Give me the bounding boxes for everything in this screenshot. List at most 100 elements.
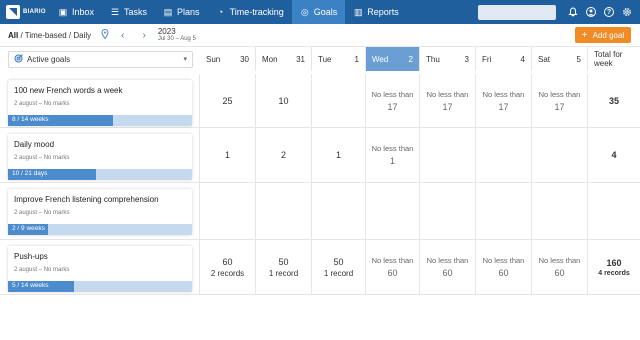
day-header-mon[interactable]: Mon 31	[256, 47, 312, 71]
nav-item-goals[interactable]: ◎ Goals	[291, 0, 346, 24]
day-value-cell[interactable]: No less than 60	[420, 240, 476, 294]
day-number: 5	[576, 54, 581, 64]
nav-item-label: Tasks	[124, 7, 148, 17]
day-header-fri[interactable]: Fri 4	[476, 47, 532, 71]
bell-icon[interactable]	[568, 7, 578, 17]
active-goals-dropdown[interactable]: Active goals ▾	[8, 50, 193, 68]
day-value: 25	[222, 95, 233, 106]
target-value: 17	[442, 101, 453, 112]
day-number: 1	[354, 54, 359, 64]
day-value-cell[interactable]	[532, 128, 588, 182]
goal-card-cell: Push-ups 2 august – No marks 5 / 14 weeks	[0, 240, 200, 294]
previous-week-chevron-left-icon[interactable]: ‹	[121, 30, 124, 41]
goals-toolbar: All / Time-based / Daily ‹ › 2023 Jul 30…	[0, 24, 640, 47]
day-value-cell[interactable]: 25	[200, 74, 256, 127]
nav-item-inbox[interactable]: ▣ Inbox	[50, 0, 102, 24]
day-value-cell[interactable]: 50 1 record	[256, 240, 312, 294]
target-label: No less than	[482, 89, 525, 99]
goal-subtitle: 2 august – No marks	[14, 101, 70, 107]
goal-card-cell: Improve French listening comprehension 2 …	[0, 183, 200, 239]
goal-card-cell: 100 new French words a week 2 august – No…	[0, 74, 200, 127]
day-value-cell[interactable]	[476, 128, 532, 182]
plus-icon: +	[581, 29, 588, 41]
day-value-cell[interactable]: No less than 17	[366, 74, 420, 127]
day-value-cell[interactable]: 60 2 records	[200, 240, 256, 294]
week-range-label: Jul 30 – Aug 5	[157, 36, 196, 43]
week-total-value: 4	[611, 150, 617, 160]
day-header-tue[interactable]: Tue 1	[312, 47, 366, 71]
day-of-week: Sat	[538, 54, 551, 64]
main-nav: ▣ Inbox ☰ Tasks ▤ Plans ◔ Time-tracking ◎ Goals ▥ R…	[50, 0, 407, 24]
day-value-cell[interactable]: No less than 1	[366, 128, 420, 182]
goal-card[interactable]: Improve French listening comprehension 2 …	[8, 189, 192, 235]
goal-filter-row: Active goals ▾	[0, 47, 200, 71]
day-number: 30	[240, 54, 249, 64]
goal-progress-label: 2 / 9 weeks	[12, 225, 45, 232]
day-value-cell[interactable]: 1	[312, 128, 366, 182]
nav-item-time-tracking[interactable]: ◔ Time-tracking	[208, 0, 292, 24]
day-value-cell[interactable]: 10	[256, 74, 312, 127]
day-header-sun[interactable]: Sun 30	[200, 47, 256, 71]
target-label: No less than	[426, 89, 469, 99]
day-value-cell[interactable]	[420, 183, 476, 239]
goal-row: Improve French listening comprehension 2 …	[0, 183, 640, 240]
day-value-cell[interactable]: No less than 17	[420, 74, 476, 127]
search-input[interactable]	[478, 4, 556, 20]
settings-gear-icon[interactable]	[622, 7, 632, 17]
add-goal-button[interactable]: + Add goal	[575, 27, 631, 43]
day-value-cell[interactable]	[420, 128, 476, 182]
goal-title: Daily mood	[14, 140, 55, 149]
day-number: 4	[520, 54, 525, 64]
day-value-cell[interactable]: No less than 60	[476, 240, 532, 294]
goal-subtitle: 2 august – No marks	[14, 155, 70, 161]
breadcrumb-all[interactable]: All	[8, 31, 18, 40]
goal-card[interactable]: Push-ups 2 august – No marks 5 / 14 weeks	[8, 246, 192, 292]
goal-card[interactable]: 100 new French words a week 2 august – No…	[8, 80, 192, 126]
goal-subtitle: 2 august – No marks	[14, 210, 70, 216]
next-week-chevron-right-icon[interactable]: ›	[143, 30, 146, 41]
day-value-cell[interactable]	[312, 183, 366, 239]
day-value-cell[interactable]: No less than 60	[366, 240, 420, 294]
target-value: 17	[387, 101, 398, 112]
day-value-cell[interactable]	[476, 183, 532, 239]
day-value: 2	[280, 150, 286, 160]
inbox-icon: ▣	[58, 6, 68, 17]
target-value: 60	[387, 268, 398, 278]
goal-title: 100 new French words a week	[14, 86, 123, 95]
day-of-week: Sun	[206, 54, 221, 64]
target-value: 60	[554, 268, 565, 278]
week-date-range: 2023 Jul 30 – Aug 5	[157, 27, 196, 43]
day-value-cell[interactable]: No less than 17	[532, 74, 588, 127]
day-value-cell[interactable]	[256, 183, 312, 239]
chevron-down-icon: ▾	[183, 56, 187, 63]
goal-row: Daily mood 2 august – No marks 10 / 21 day…	[0, 128, 640, 183]
week-total-cell: 4	[588, 128, 640, 182]
day-value-cell[interactable]	[312, 74, 366, 127]
nav-item-reports[interactable]: ▥ Reports	[345, 0, 407, 24]
target-label: No less than	[538, 89, 581, 99]
day-header-thu[interactable]: Thu 3	[420, 47, 476, 71]
day-value-cell[interactable]: 1	[200, 128, 256, 182]
day-value-cell[interactable]: No less than 17	[476, 74, 532, 127]
goal-card[interactable]: Daily mood 2 august – No marks 10 / 21 day…	[8, 134, 192, 180]
day-value-cell[interactable]	[532, 183, 588, 239]
help-icon[interactable]: ?	[604, 7, 614, 17]
goal-progress-label: 10 / 21 days	[12, 170, 48, 177]
target-label: No less than	[482, 256, 525, 265]
day-header-wed[interactable]: Wed 2	[366, 47, 420, 71]
brand-logo[interactable]: BIARIO	[0, 0, 50, 24]
day-value-cell[interactable]	[200, 183, 256, 239]
day-value-cell[interactable]: 50 1 record	[312, 240, 366, 294]
day-value-cell[interactable]	[366, 183, 420, 239]
day-value-cell[interactable]: No less than 60	[532, 240, 588, 294]
day-header-sat[interactable]: Sat 5	[532, 47, 588, 71]
target-icon	[14, 53, 23, 65]
pin-icon[interactable]	[101, 28, 109, 41]
nav-item-plans[interactable]: ▤ Plans	[155, 0, 208, 24]
nav-item-tasks[interactable]: ☰ Tasks	[102, 0, 155, 24]
account-icon[interactable]	[586, 7, 596, 17]
day-number: 3	[464, 54, 469, 64]
bar-chart-icon: ▥	[354, 6, 363, 17]
day-value-cell[interactable]: 2	[256, 128, 312, 182]
target-value: 1	[389, 156, 395, 166]
